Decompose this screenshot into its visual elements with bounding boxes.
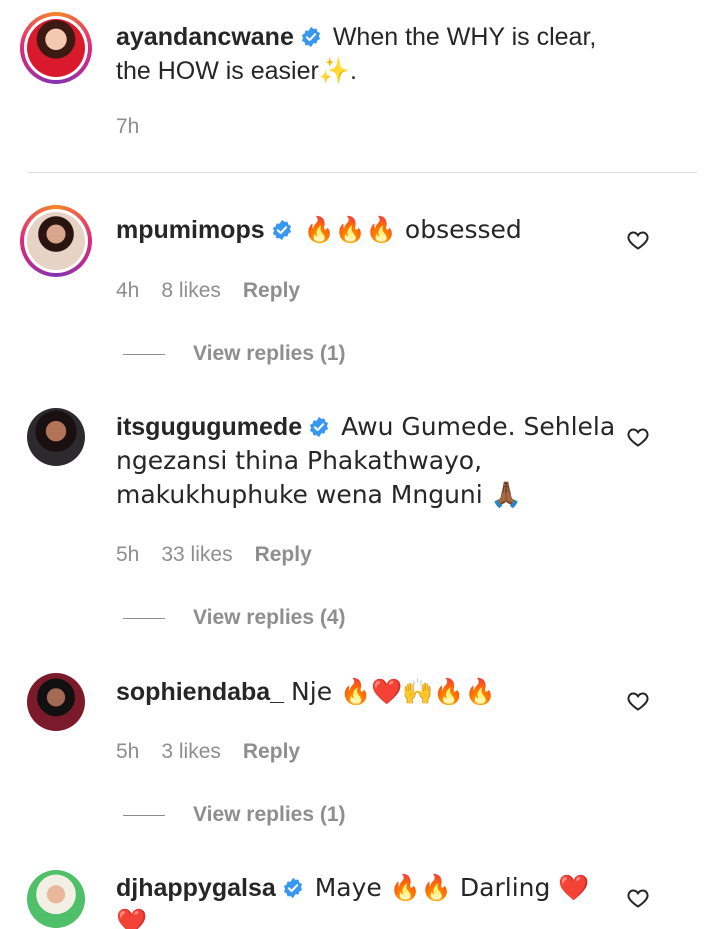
avatar[interactable] xyxy=(20,205,92,277)
reply-button[interactable]: Reply xyxy=(243,740,300,763)
view-replies-button[interactable]: View replies (4) xyxy=(123,606,346,630)
username[interactable]: itsgugugumede xyxy=(116,413,302,441)
likes-count[interactable]: 3 likes xyxy=(161,740,221,763)
comment-time: 5h xyxy=(116,543,140,566)
view-replies-button[interactable]: View replies (1) xyxy=(123,803,346,827)
username[interactable]: ayandancwane xyxy=(116,23,294,51)
avatar[interactable] xyxy=(20,12,92,84)
likes-count[interactable]: 8 likes xyxy=(161,279,221,302)
username[interactable]: sophiendaba_ xyxy=(116,678,284,706)
comment-text: 🔥🔥🔥 obsessed xyxy=(303,215,522,244)
heart-outline-icon[interactable] xyxy=(626,886,650,910)
username[interactable]: mpumimops xyxy=(116,216,265,244)
avatar[interactable] xyxy=(27,673,85,731)
verified-badge-icon xyxy=(301,26,320,48)
comment-text: Nje 🔥❤️🙌🔥🔥 xyxy=(291,677,496,706)
caption-time: 7h xyxy=(116,115,140,138)
view-replies-button[interactable]: View replies (1) xyxy=(123,342,346,366)
comment-time: 5h xyxy=(116,740,140,763)
avatar[interactable] xyxy=(27,870,85,928)
reply-button[interactable]: Reply xyxy=(255,543,312,566)
verified-badge-icon xyxy=(272,219,291,241)
replies-line xyxy=(123,617,165,619)
comment-time: 4h xyxy=(116,279,140,302)
view-replies-label: View replies (1) xyxy=(193,803,346,826)
likes-count[interactable]: 33 likes xyxy=(161,543,232,566)
verified-badge-icon xyxy=(310,416,329,438)
verified-badge-icon xyxy=(283,877,302,899)
divider xyxy=(28,172,697,173)
replies-line xyxy=(123,814,165,816)
view-replies-label: View replies (1) xyxy=(193,342,346,365)
reply-button[interactable]: Reply xyxy=(243,279,300,302)
avatar[interactable] xyxy=(27,408,85,466)
username[interactable]: djhappygalsa xyxy=(116,874,276,902)
replies-line xyxy=(123,353,165,355)
heart-outline-icon[interactable] xyxy=(626,425,650,449)
comments-page: ayandancwane When the WHY is clear, the … xyxy=(0,0,720,929)
heart-outline-icon[interactable] xyxy=(626,689,650,713)
view-replies-label: View replies (4) xyxy=(193,606,346,629)
heart-outline-icon[interactable] xyxy=(626,228,650,252)
